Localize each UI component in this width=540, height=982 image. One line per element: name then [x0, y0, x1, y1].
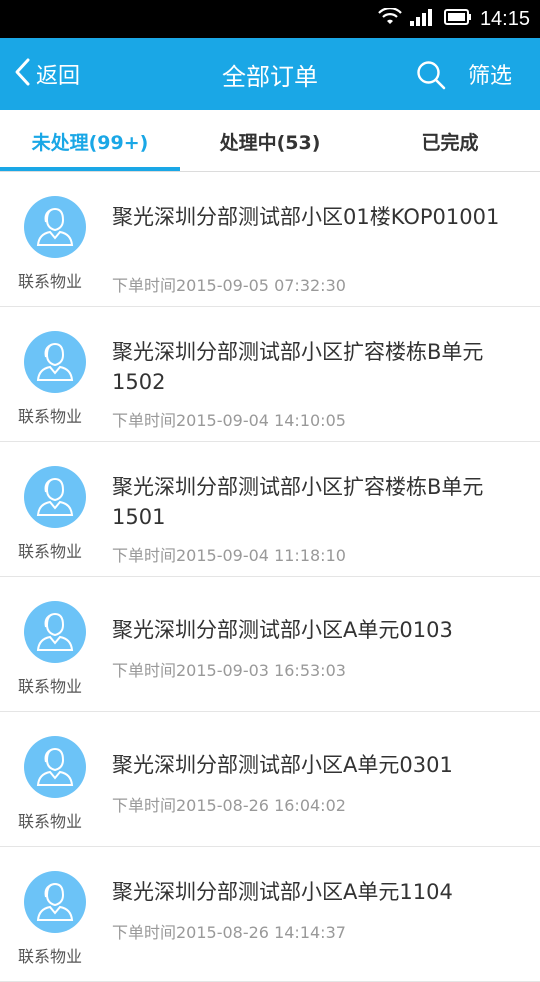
order-title: 聚光深圳分部测试部小区A单元0103 — [112, 618, 453, 642]
order-item[interactable]: 联系物业 聚光深圳分部测试部小区01楼KOP01001 下单时间2015-09-… — [0, 172, 540, 307]
search-icon — [416, 61, 446, 94]
search-button[interactable] — [416, 60, 446, 90]
order-time: 下单时间2015-09-05 07:32:30 — [112, 276, 346, 295]
avatar[interactable] — [24, 196, 86, 258]
person-icon — [35, 473, 75, 521]
order-item[interactable]: 联系物业 聚光深圳分部测试部小区A单元0301 下单时间2015-08-26 1… — [0, 712, 540, 847]
contact-property-button[interactable]: 联系物业 — [18, 403, 82, 427]
avatar[interactable] — [24, 871, 86, 933]
contact-property-button[interactable]: 联系物业 — [18, 808, 82, 832]
avatar[interactable] — [24, 331, 86, 393]
tab-indicator — [0, 167, 180, 171]
status-bar: 14:15 — [0, 0, 540, 38]
contact-property-button[interactable]: 联系物业 — [18, 268, 82, 292]
contact-property-button[interactable]: 联系物业 — [18, 943, 82, 967]
order-title: 聚光深圳分部测试部小区扩容楼栋B单元1501 — [112, 475, 484, 529]
order-title: 聚光深圳分部测试部小区A单元0301 — [112, 753, 453, 777]
person-icon — [35, 878, 75, 926]
filter-button[interactable]: 筛选 — [468, 38, 512, 110]
person-icon — [35, 338, 75, 386]
back-button[interactable]: 返回 — [12, 38, 80, 110]
order-time: 下单时间2015-08-26 16:04:02 — [112, 796, 346, 815]
tab-unprocessed[interactable]: 未处理(99+) — [0, 110, 180, 172]
status-time: 14:15 — [479, 7, 530, 30]
avatar[interactable] — [24, 601, 86, 663]
tab-bar: 未处理(99+) 处理中(53) 已完成 — [0, 110, 540, 172]
order-title: 聚光深圳分部测试部小区A单元1104 — [112, 880, 453, 904]
wifi-icon — [378, 7, 402, 30]
person-icon — [35, 203, 75, 251]
order-item[interactable]: 联系物业 聚光深圳分部测试部小区扩容楼栋B单元1502 下单时间2015-09-… — [0, 307, 540, 442]
order-title: 聚光深圳分部测试部小区01楼KOP01001 — [112, 205, 500, 229]
order-time: 下单时间2015-09-04 11:18:10 — [112, 546, 346, 565]
page-title: 全部订单 — [222, 62, 318, 91]
order-title: 聚光深圳分部测试部小区扩容楼栋B单元1502 — [112, 340, 484, 394]
order-item[interactable]: 联系物业 聚光深圳分部测试部小区A单元1104 下单时间2015-08-26 1… — [0, 847, 540, 982]
tab-processing[interactable]: 处理中(53) — [180, 110, 360, 172]
avatar[interactable] — [24, 466, 86, 528]
person-icon — [35, 608, 75, 656]
order-time: 下单时间2015-09-04 14:10:05 — [112, 411, 346, 430]
chevron-left-icon — [12, 57, 32, 91]
person-icon — [35, 743, 75, 791]
order-list: 联系物业 聚光深圳分部测试部小区01楼KOP01001 下单时间2015-09-… — [0, 172, 540, 982]
contact-property-button[interactable]: 联系物业 — [18, 673, 82, 697]
order-item[interactable]: 联系物业 聚光深圳分部测试部小区扩容楼栋B单元1501 下单时间2015-09-… — [0, 442, 540, 577]
order-time: 下单时间2015-09-03 16:53:03 — [112, 661, 346, 680]
nav-bar: 返回 全部订单 筛选 — [0, 38, 540, 110]
battery-icon — [443, 8, 472, 30]
back-label: 返回 — [36, 64, 81, 89]
order-item[interactable]: 联系物业 聚光深圳分部测试部小区A单元0103 下单时间2015-09-03 1… — [0, 577, 540, 712]
tab-completed[interactable]: 已完成 — [360, 110, 540, 172]
signal-icon — [409, 8, 434, 30]
avatar[interactable] — [24, 736, 86, 798]
order-time: 下单时间2015-08-26 14:14:37 — [112, 923, 346, 942]
contact-property-button[interactable]: 联系物业 — [18, 538, 82, 562]
